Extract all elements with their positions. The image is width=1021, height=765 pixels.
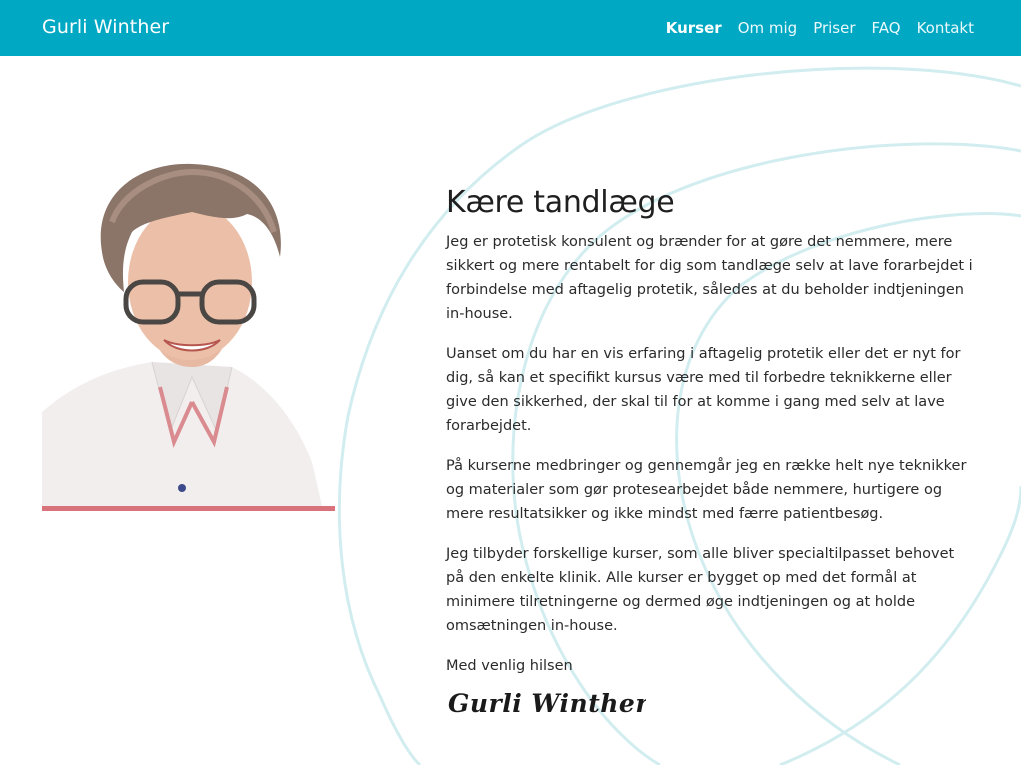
intro-paragraph-3: På kurserne medbringer og gennemgår jeg … — [446, 458, 967, 522]
closing-greeting: Med venlig hilsen — [446, 658, 573, 674]
main-nav: Kurser Om mig Priser FAQ Kontakt — [666, 19, 974, 37]
main-content: Kære tandlæge Jeg er protetisk konsulent… — [446, 185, 976, 720]
handwritten-signature: Gurli Winther — [448, 689, 646, 718]
brand-link[interactable]: Gurli Winther — [42, 16, 169, 38]
nav-item-kontakt[interactable]: Kontakt — [917, 19, 974, 37]
intro-paragraph-4: Jeg tilbyder forskellige kurser, som all… — [446, 546, 955, 634]
nav-item-faq[interactable]: FAQ — [872, 19, 901, 37]
nav-item-kurser[interactable]: Kurser — [666, 19, 722, 37]
nav-item-priser[interactable]: Priser — [813, 19, 855, 37]
portrait-accent-bar — [42, 506, 335, 511]
intro-paragraph-1: Jeg er protetisk konsulent og brænder fo… — [446, 234, 973, 322]
intro-paragraph-2: Uanset om du har en vis erfaring i aftag… — [446, 346, 961, 434]
page-title: Kære tandlæge — [446, 185, 675, 220]
svg-text:Gurli Winther: Gurli Winther — [448, 689, 646, 718]
portrait-photo — [42, 162, 335, 506]
top-navbar: Gurli Winther Kurser Om mig Priser FAQ K… — [0, 0, 1021, 56]
woman-portrait-illustration — [42, 163, 322, 506]
nav-item-om-mig[interactable]: Om mig — [738, 19, 798, 37]
